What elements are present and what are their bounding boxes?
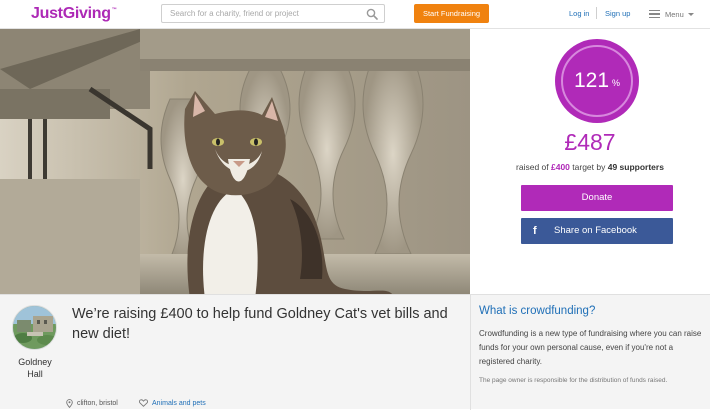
location-pin-icon xyxy=(66,399,73,408)
target-amount: £400 xyxy=(551,162,570,172)
start-fundraising-button[interactable]: Start Fundraising xyxy=(414,4,489,23)
category-link[interactable]: Animals and pets xyxy=(139,399,206,407)
hero-cat-photo xyxy=(0,29,470,294)
hamburger-icon xyxy=(649,9,660,19)
location: clifton, bristol xyxy=(66,399,118,408)
crowdfunding-note: The page owner is responsible for the di… xyxy=(479,377,668,384)
category-text: Animals and pets xyxy=(152,399,206,407)
progress-ring: 121 % xyxy=(555,39,639,123)
section-divider xyxy=(470,295,471,410)
crowdfunding-description: Crowdfunding is a new type of fundraisin… xyxy=(479,329,702,366)
percent-sign: % xyxy=(612,78,621,88)
share-facebook-label: Share on Facebook xyxy=(554,225,637,236)
donate-button[interactable]: Donate xyxy=(521,185,673,211)
progress-percent: 121 xyxy=(573,69,610,92)
share-facebook-button[interactable]: f Share on Facebook xyxy=(521,218,673,244)
crowdfunding-title[interactable]: What is crowdfunding? xyxy=(479,305,595,317)
nav-divider xyxy=(596,7,597,19)
goldney-hall-avatar-icon xyxy=(13,306,56,349)
login-link[interactable]: Log in xyxy=(569,9,589,18)
supporters-count: 49 supporters xyxy=(607,162,664,172)
page-owner-name[interactable]: Goldney Hall xyxy=(10,356,60,380)
justgiving-logo[interactable]: JustGiving™ xyxy=(31,5,117,23)
menu-button[interactable]: Menu xyxy=(649,8,694,20)
top-nav: JustGiving™ Start Fundraising Log in Sig… xyxy=(0,0,710,29)
menu-label: Menu xyxy=(665,9,684,19)
page-details: Goldney Hall We’re raising £400 to help … xyxy=(0,294,710,410)
search-input[interactable] xyxy=(170,7,360,20)
signup-link[interactable]: Sign up xyxy=(605,9,630,18)
search-icon[interactable] xyxy=(366,8,378,20)
target-summary: raised of £400 target by 49 supporters xyxy=(516,162,664,172)
search-box xyxy=(161,4,385,23)
amount-raised: £487 xyxy=(564,129,616,155)
fundraising-stats: 121 % £487 raised of £400 target by 49 s… xyxy=(470,29,710,294)
progress-ring-inner: 121 % xyxy=(561,45,633,117)
facebook-icon: f xyxy=(533,225,537,237)
heart-icon xyxy=(139,399,148,407)
page-title: We’re raising £400 to help fund Goldney … xyxy=(72,306,448,342)
avatar[interactable] xyxy=(12,305,57,350)
chevron-down-icon xyxy=(687,12,694,16)
photo-of-cat-icon xyxy=(0,29,470,294)
location-text: clifton, bristol xyxy=(77,400,118,407)
